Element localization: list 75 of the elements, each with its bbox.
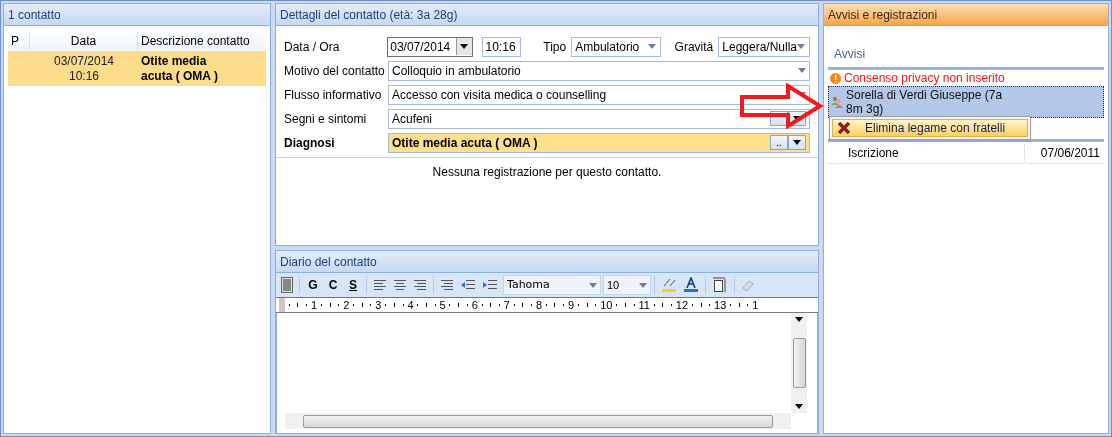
contact-row[interactable]: 03/07/2014 10:16 Otite media acuta ( OMA ) (8, 52, 266, 86)
highlight-icon[interactable] (661, 277, 677, 293)
field-label: Tipo (543, 38, 567, 56)
ruler-number: 4 (407, 299, 414, 311)
dropdown-button[interactable] (788, 135, 806, 150)
notice-item[interactable]: Sorella di Verdi Giuseppe (7a 8m 3g) (828, 86, 1104, 118)
panel-header: 1 contatto (4, 4, 270, 26)
field-label: Motivo del contatto (284, 62, 386, 80)
ruler-number: 1 (311, 299, 318, 311)
dropdown-arrow-icon[interactable] (793, 140, 801, 145)
outdent-icon[interactable] (460, 279, 476, 291)
warning-icon (830, 72, 841, 84)
ruler-number: 9 (568, 299, 575, 311)
panel-header: Diario del contatto (276, 251, 818, 273)
ruler-number: 3 (375, 299, 382, 311)
font-color-icon[interactable] (683, 277, 699, 293)
align-center-icon[interactable] (393, 279, 407, 291)
ruler-number: 7 (503, 299, 510, 311)
bold-button[interactable]: G (303, 275, 323, 295)
page-size-icon[interactable] (712, 277, 728, 293)
notice-item[interactable]: Consenso privacy non inserito (828, 70, 1104, 86)
field-label: Flusso informativo (284, 86, 383, 104)
field-label: Data / Ora (284, 38, 341, 56)
column-header[interactable]: Descrizione contatto (138, 31, 266, 50)
column-header[interactable]: P (8, 31, 30, 50)
ruler-number: 13 (714, 299, 727, 311)
ruler-number: 11 (638, 299, 650, 311)
people-icon (831, 96, 843, 108)
registration-date: 07/06/2011 (1024, 143, 1104, 162)
list-icon[interactable] (440, 279, 454, 291)
dropdown-field[interactable]: Colloquio in ambulatorio (388, 60, 810, 81)
lookup-field[interactable]: Otite media acuta ( OMA ) .. (388, 132, 810, 153)
notice-text: Sorella di Verdi Giuseppe (7a 8m 3g) (846, 88, 1004, 116)
vertical-scrollbar[interactable] (791, 313, 807, 413)
ruler-number: 6 (471, 299, 478, 311)
field-label: Diagnosi (284, 134, 336, 152)
empty-message: Nessuna registrazione per questo contatto. (432, 164, 662, 181)
panel-header: Dettagli del contatto (età: 3a 28g) (276, 4, 818, 26)
align-right-icon[interactable] (413, 279, 427, 291)
ruler-number: 12 (675, 299, 689, 311)
ruler-number: 5 (439, 299, 446, 311)
page-icon[interactable] (281, 277, 293, 293)
ruler-number: 10 (600, 299, 613, 311)
size-dropdown[interactable]: 10 (603, 275, 651, 295)
registration-label: Iscrizione (847, 144, 900, 162)
font-dropdown[interactable]: Tahoma (503, 275, 601, 295)
italic-button[interactable]: C (323, 275, 343, 295)
margin-marker[interactable] (279, 298, 285, 312)
section-title: Avvisi (828, 45, 1104, 70)
dropdown-arrow-icon[interactable] (795, 317, 803, 322)
field-label: Segni e sintomi (284, 110, 368, 128)
type-dropdown[interactable]: Ambulatorio (571, 36, 661, 57)
browse-button[interactable]: .. (770, 135, 788, 150)
column-header[interactable]: Data (30, 31, 138, 50)
table-cell-text: 03/07/2014 10:16 (52, 54, 116, 84)
time-field[interactable]: 10:16 (481, 36, 522, 57)
date-field[interactable]: 03/07/2014 (387, 36, 473, 57)
dropdown-arrow-icon[interactable] (795, 404, 803, 409)
table-cell-text: Otite media acuta ( OMA ) (140, 54, 219, 84)
ruler-number: 8 (535, 299, 542, 311)
menu-item[interactable]: Elimina legame con fratelli (832, 119, 1028, 137)
horizontal-scrollbar[interactable] (285, 413, 791, 429)
panel-header: Avvisi e registrazioni (824, 4, 1108, 26)
indent-icon[interactable] (482, 279, 498, 291)
notice-text: Consenso privacy non inserito (844, 71, 1006, 85)
dropdown-arrow-icon[interactable] (793, 116, 801, 121)
ruler-number: 1 (752, 299, 759, 311)
close-icon (837, 121, 851, 135)
underline-button[interactable]: S (343, 275, 363, 295)
align-left-icon[interactable] (373, 279, 387, 291)
lookup-field[interactable]: Acufeni (388, 108, 810, 129)
severity-dropdown[interactable]: Leggera/Nulla (718, 36, 810, 57)
ruler-number: 2 (343, 299, 350, 311)
dropdown-arrow-icon[interactable] (460, 44, 469, 49)
field-label: Gravità (674, 38, 714, 56)
